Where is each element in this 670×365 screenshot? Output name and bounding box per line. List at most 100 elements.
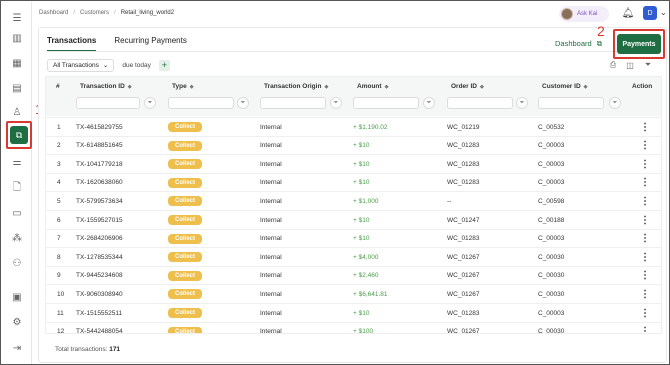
- layout-icon[interactable]: ▥: [10, 31, 24, 45]
- table-row[interactable]: 7 TX-2684206906 Collect Internal + $10 WC_012…: [46, 228, 661, 248]
- sort-icon: ◆: [127, 83, 132, 90]
- row-actions-kebab-icon[interactable]: ⋮: [640, 155, 650, 173]
- row-actions-kebab-icon[interactable]: ⋮: [640, 137, 650, 155]
- table-row[interactable]: 10 TX-9060308940 Collect Internal + $6,641.8…: [46, 284, 661, 303]
- user-avatar[interactable]: D: [643, 6, 657, 20]
- breadcrumb-customers[interactable]: Customers: [80, 10, 109, 16]
- filter-icon[interactable]: ⏷: [144, 97, 156, 109]
- collect-badge: Collect: [168, 215, 203, 225]
- transactions-panel: Transactions Recurring Payments Dashboar…: [38, 23, 667, 363]
- filter-icon[interactable]: ⏷: [423, 97, 435, 109]
- sliders-icon[interactable]: ⚌: [10, 155, 24, 169]
- row-actions-kebab-icon[interactable]: ⋮: [640, 323, 650, 333]
- table-row[interactable]: 3 TX-1041779218 Collect Internal + $10 WC_012…: [46, 154, 661, 173]
- row-actions-kebab-icon[interactable]: ⋮: [640, 304, 650, 322]
- chevron-down-icon[interactable]: ⌄: [660, 8, 667, 17]
- menu-icon[interactable]: ☰: [10, 11, 24, 25]
- table-row[interactable]: 12 TX-5442488054 Collect Internal + $100 WC_0…: [46, 321, 661, 334]
- type-badge: Collect: [168, 267, 203, 285]
- grid-icon[interactable]: ▦: [10, 56, 24, 70]
- column-label: #: [56, 83, 60, 90]
- tab-bar: Transactions Recurring Payments: [47, 36, 187, 52]
- customer-id: C_00532: [538, 123, 565, 131]
- sidebar-item-transactions[interactable]: ⧉: [6, 121, 32, 149]
- row-actions-kebab-icon[interactable]: ⋮: [640, 211, 650, 229]
- dashboard-link[interactable]: Dashboard ⧉: [555, 39, 602, 49]
- column-type[interactable]: Type ◆: [172, 80, 194, 93]
- row-actions-kebab-icon[interactable]: ⋮: [640, 118, 650, 136]
- transactions-table: # Transaction ID ◆ Type ◆ Transaction Orig…: [45, 76, 662, 334]
- filter-icon[interactable]: ⏷: [237, 97, 249, 109]
- table-row[interactable]: 11 TX-1515552511 Collect Internal + $10 WC_01…: [46, 303, 661, 322]
- column-amount[interactable]: Amount ◆: [357, 80, 388, 93]
- amount: + $6,641.81: [353, 290, 388, 298]
- column-customer-id[interactable]: Customer ID ◆: [542, 80, 588, 93]
- profile-icon[interactable]: ⚇: [10, 256, 24, 270]
- row-actions-kebab-icon[interactable]: ⋮: [640, 174, 650, 192]
- filter-input-amount[interactable]: [353, 97, 419, 109]
- amount: + $2,460: [353, 272, 379, 280]
- table-row[interactable]: 5 TX-5799573634 Collect Internal + $1,000 -- C…: [46, 191, 661, 210]
- amount: + $10: [353, 160, 370, 168]
- collect-badge: Collect: [168, 140, 203, 151]
- logout-icon[interactable]: ⇥: [10, 341, 24, 355]
- filter-icon[interactable]: ⏷: [330, 97, 342, 109]
- export-icon[interactable]: ⎙: [608, 60, 618, 70]
- table-row[interactable]: 6 TX-1559527015 Collect Internal + $10 WC_012…: [46, 210, 661, 229]
- sidebar: ☰ ▥ ▦ ▤ ♙ ⧉ ⚌ 🗋 ▭ ⁂ ⚇ ▣ ⚙ ⇥: [2, 2, 32, 364]
- transaction-id: TX-1041779218: [76, 160, 123, 168]
- customer-id: C_00003: [538, 309, 565, 317]
- tab-transactions[interactable]: Transactions: [47, 36, 97, 52]
- filter-icon[interactable]: ⏷: [643, 60, 653, 70]
- column-origin[interactable]: Transaction Origin ◆: [264, 80, 328, 93]
- filter-input-order-id[interactable]: [447, 97, 513, 109]
- user-icon[interactable]: ♙: [10, 105, 24, 119]
- filter-input-type[interactable]: [168, 97, 234, 109]
- row-number: 6: [57, 216, 61, 224]
- filter-icon[interactable]: ⏷: [609, 97, 621, 109]
- network-icon[interactable]: ⁂: [10, 231, 24, 245]
- kai-avatar: [561, 8, 573, 20]
- folder-icon[interactable]: ▭: [10, 206, 24, 220]
- table-row[interactable]: 4 TX-1620638060 Collect Internal + $10 WC_012…: [46, 172, 661, 192]
- transactions-filter-dropdown[interactable]: All Transactions ⌄: [47, 58, 115, 72]
- table-row[interactable]: 9 TX-9445234608 Collect Internal + $2,460 WC_…: [46, 265, 661, 285]
- row-number: 12: [57, 328, 65, 334]
- collect-badge: Collect: [168, 270, 203, 281]
- external-link-icon: ⧉: [596, 39, 603, 48]
- ask-kai-button[interactable]: Ask Kai: [559, 6, 609, 22]
- due-today-chip[interactable]: due today: [122, 62, 151, 69]
- column-label: Amount: [357, 83, 382, 90]
- tab-recurring-payments[interactable]: Recurring Payments: [114, 36, 186, 52]
- sort-icon: ◆: [583, 83, 588, 90]
- table-row[interactable]: 8 TX-1278535344 Collect Internal + $4,000 WC_…: [46, 247, 661, 266]
- breadcrumb-dashboard[interactable]: Dashboard: [39, 10, 68, 16]
- document-icon[interactable]: ▤: [10, 81, 24, 95]
- filter-input-origin[interactable]: [260, 97, 326, 109]
- amount: + $10: [353, 179, 370, 187]
- row-actions-kebab-icon[interactable]: ⋮: [640, 248, 650, 266]
- row-actions-kebab-icon[interactable]: ⋮: [640, 285, 650, 303]
- filter-icon[interactable]: ⏷: [516, 97, 528, 109]
- row-actions-kebab-icon[interactable]: ⋮: [640, 192, 650, 210]
- amount: + $1,000: [353, 197, 379, 205]
- columns-icon[interactable]: ◫: [625, 60, 635, 70]
- transaction-origin: Internal: [260, 142, 282, 150]
- column-order-id[interactable]: Order ID ◆: [451, 80, 484, 93]
- row-actions-kebab-icon[interactable]: ⋮: [640, 230, 650, 248]
- filter-input-transaction-id[interactable]: [76, 97, 140, 109]
- file-icon[interactable]: 🗋: [10, 181, 24, 195]
- row-actions-kebab-icon[interactable]: ⋮: [640, 267, 650, 285]
- add-filter-button[interactable]: +: [158, 59, 170, 71]
- table-row[interactable]: 2 TX-6148851645 Collect Internal + $10 WC_012…: [46, 135, 661, 155]
- payments-button[interactable]: Payments: [617, 34, 661, 54]
- settings-icon[interactable]: ⚙: [10, 315, 24, 329]
- bell-icon[interactable]: 🔔︎: [622, 7, 635, 19]
- filter-input-customer-id[interactable]: [538, 97, 604, 109]
- table-row[interactable]: 1 TX-4615829755 Collect Internal + $1,190.02…: [46, 117, 661, 136]
- transaction-id: TX-4615829755: [76, 123, 123, 131]
- type-badge: Collect: [168, 211, 203, 229]
- building-icon[interactable]: ▣: [10, 290, 24, 304]
- column-transaction-id[interactable]: Transaction ID ◆: [80, 80, 132, 93]
- column-number: #: [56, 80, 60, 93]
